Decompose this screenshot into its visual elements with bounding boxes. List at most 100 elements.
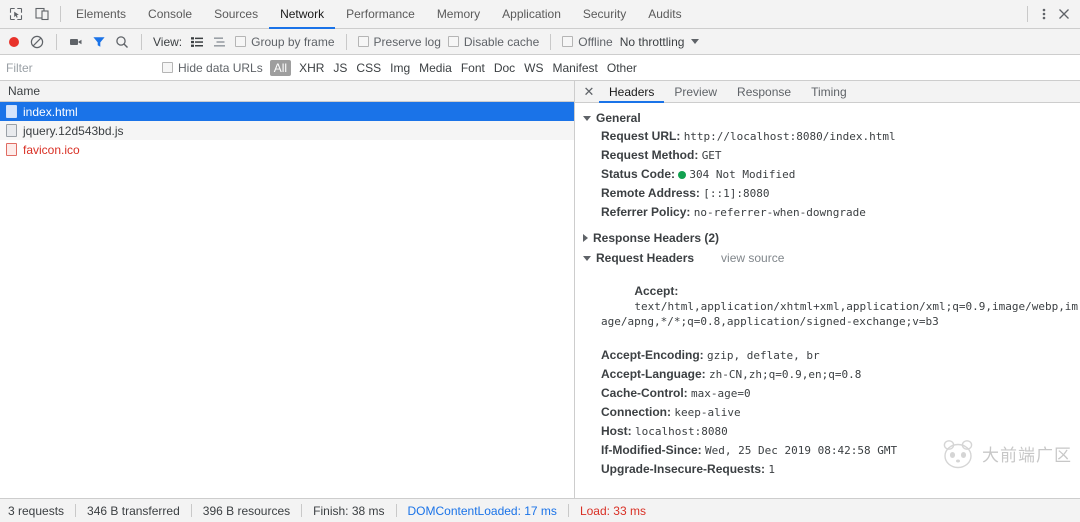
record-button[interactable] [6, 34, 22, 50]
header-row-status-code: Status Code: 304 Not Modified [575, 165, 1080, 184]
tab-timing[interactable]: Timing [801, 82, 857, 103]
section-title: Request Headers [596, 251, 695, 265]
chevron-down-icon[interactable] [691, 39, 700, 44]
tab-label: Preview [674, 84, 718, 99]
triangle-right-icon [583, 234, 588, 242]
table-row[interactable]: favicon.ico [0, 140, 574, 159]
request-list-panel: Name index.html jquery.12d543bd.js favic… [0, 81, 575, 498]
header-key: Remote Address: [601, 186, 700, 200]
waterfall-view-icon[interactable] [212, 34, 228, 50]
header-key: If-Modified-Since: [601, 443, 702, 457]
tab-preview[interactable]: Preview [664, 82, 727, 103]
group-by-frame-label: Group by frame [251, 34, 335, 49]
checkbox-box [562, 36, 574, 47]
header-row-upgrade-insecure-requests: Upgrade-Insecure-Requests: 1 [575, 460, 1080, 479]
disable-cache-label: Disable cache [463, 34, 540, 49]
filter-funnel-icon[interactable] [91, 34, 107, 50]
filter-type-ws[interactable]: WS [524, 61, 543, 75]
filter-type-js[interactable]: JS [333, 61, 347, 75]
hide-data-urls-checkbox[interactable]: Hide data URLs [162, 61, 263, 75]
table-row[interactable]: jquery.12d543bd.js [0, 121, 574, 140]
tab-elements[interactable]: Elements [65, 1, 137, 29]
list-view-icon[interactable] [189, 34, 205, 50]
section-response-headers[interactable]: Response Headers (2) [575, 229, 1080, 247]
status-ok-dot-icon [678, 171, 687, 179]
network-filterbar: Hide data URLs All XHR JS CSS Img Media … [0, 55, 1080, 81]
disable-cache-checkbox[interactable]: Disable cache [447, 34, 540, 49]
filter-type-xhr[interactable]: XHR [299, 61, 324, 75]
filter-type-all[interactable]: All [269, 59, 292, 76]
kebab-menu-icon[interactable] [1036, 6, 1052, 22]
tab-label: Timing [811, 84, 847, 99]
column-header-name: Name [8, 84, 41, 98]
tab-response[interactable]: Response [727, 82, 801, 103]
header-key: Host: [601, 424, 632, 438]
filter-type-other[interactable]: Other [607, 61, 637, 75]
header-value: zh-CN,zh;q=0.9,en;q=0.8 [709, 368, 862, 381]
header-value: max-age=0 [691, 387, 751, 400]
inspect-element-icon[interactable] [8, 6, 24, 22]
tab-label: Application [502, 7, 561, 21]
tab-label: Performance [346, 7, 415, 21]
tab-audits[interactable]: Audits [637, 1, 692, 29]
header-row-cache-control: Cache-Control: max-age=0 [575, 384, 1080, 403]
table-row[interactable]: index.html [0, 102, 574, 121]
header-row-referrer-policy: Referrer Policy: no-referrer-when-downgr… [575, 203, 1080, 222]
tab-network[interactable]: Network [269, 1, 336, 29]
tab-label: Headers [609, 84, 655, 99]
section-request-headers[interactable]: Request Headers view source [575, 249, 1080, 267]
close-details-icon[interactable]: ✕ [579, 81, 599, 102]
toolbar-divider-4 [550, 33, 552, 50]
device-toolbar-icon[interactable] [34, 6, 50, 22]
request-name: favicon.ico [23, 142, 80, 157]
tab-security[interactable]: Security [572, 1, 637, 29]
filter-type-doc[interactable]: Doc [494, 61, 515, 75]
devtools-tabbar: Elements Console Sources Network Perform… [0, 0, 1080, 29]
tab-headers[interactable]: Headers [599, 82, 665, 103]
view-source-link[interactable]: view source [721, 251, 784, 265]
document-icon [6, 105, 17, 118]
tab-application[interactable]: Application [491, 1, 572, 29]
view-label: View: [153, 34, 183, 49]
filter-type-media[interactable]: Media [419, 61, 452, 75]
header-key: Request Method: [601, 148, 699, 162]
panel-tabs: Elements Console Sources Network Perform… [65, 0, 693, 29]
checkbox-box [447, 36, 459, 47]
tabbar-divider [60, 6, 61, 22]
header-row-host: Host: localhost:8080 [575, 422, 1080, 441]
tab-memory[interactable]: Memory [426, 1, 491, 29]
checkbox-box [357, 36, 369, 47]
network-statusbar: 3 requests 346 B transferred 396 B resou… [0, 498, 1080, 522]
devtools-window: Elements Console Sources Network Perform… [0, 0, 1080, 522]
toolbar-divider-3 [345, 33, 347, 50]
throttling-select[interactable]: No throttling [620, 35, 685, 49]
status-requests: 3 requests [8, 503, 65, 518]
filter-type-manifest[interactable]: Manifest [553, 61, 598, 75]
tab-console[interactable]: Console [137, 1, 203, 29]
resource-type-filters: All XHR JS CSS Img Media Font Doc WS Man… [269, 59, 637, 76]
close-icon[interactable] [1056, 6, 1072, 22]
tab-performance[interactable]: Performance [335, 1, 426, 29]
camera-icon[interactable] [68, 34, 84, 50]
search-icon[interactable] [114, 34, 130, 50]
header-row-user-agent: User-Agent: Mozilla/5.0 (Windows NT 10.0… [575, 479, 1080, 498]
filter-type-img[interactable]: Img [390, 61, 410, 75]
group-by-frame-checkbox[interactable]: Group by frame [235, 34, 335, 49]
clear-icon[interactable] [29, 34, 45, 50]
network-body: Name index.html jquery.12d543bd.js favic… [0, 81, 1080, 498]
header-key: Connection: [601, 405, 671, 419]
filter-type-css[interactable]: CSS [356, 61, 381, 75]
header-row-request-url: Request URL: http://localhost:8080/index… [575, 127, 1080, 146]
header-key: Status Code: [601, 167, 676, 181]
offline-checkbox[interactable]: Offline [562, 35, 613, 49]
tab-sources[interactable]: Sources [203, 1, 269, 29]
request-rows: index.html jquery.12d543bd.js favicon.ic… [0, 102, 574, 498]
header-row-remote-address: Remote Address: [::1]:8080 [575, 184, 1080, 203]
toolbar-divider-1 [56, 33, 57, 50]
tab-label: Memory [436, 7, 481, 21]
filter-type-font[interactable]: Font [461, 61, 485, 75]
preserve-log-checkbox[interactable]: Preserve log [357, 35, 441, 49]
section-general[interactable]: General [575, 109, 1080, 127]
search-input[interactable] [6, 58, 154, 77]
header-value: 1 [768, 463, 776, 476]
